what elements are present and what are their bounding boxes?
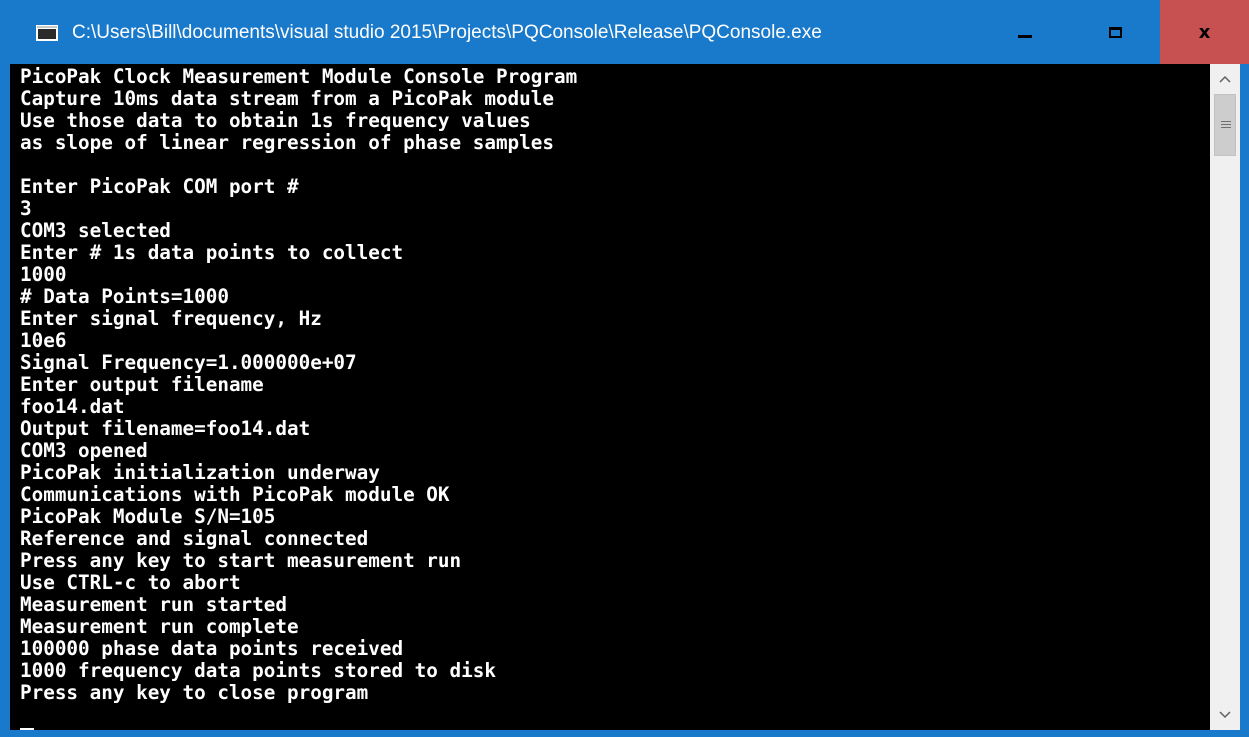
console-line: Communications with PicoPak module OK xyxy=(20,483,450,506)
console-line: PicoPak Module S/N=105 xyxy=(20,505,276,528)
console-line: 100000 phase data points received xyxy=(20,637,404,660)
console-line: Output filename=foo14.dat xyxy=(20,417,311,440)
minimize-button[interactable] xyxy=(980,0,1070,64)
console-line: COM3 opened xyxy=(20,439,148,462)
console-line: Use CTRL-c to abort xyxy=(20,571,241,594)
console-app-icon[interactable] xyxy=(36,25,58,41)
console-line: Press any key to close program xyxy=(20,681,369,704)
console-line: Enter signal frequency, Hz xyxy=(20,307,322,330)
console-line: Measurement run complete xyxy=(20,615,299,638)
console-line: COM3 selected xyxy=(20,219,171,242)
scroll-up-button[interactable] xyxy=(1210,64,1240,94)
console-line: 1000 xyxy=(20,263,67,286)
chevron-down-icon xyxy=(1219,711,1231,719)
scroll-thumb[interactable] xyxy=(1214,94,1236,156)
console-line: Enter # 1s data points to collect xyxy=(20,241,404,264)
close-button[interactable]: x xyxy=(1160,0,1249,64)
vertical-scrollbar[interactable] xyxy=(1210,64,1240,730)
console-line: Capture 10ms data stream from a PicoPak … xyxy=(20,87,554,110)
console-line: Measurement run started xyxy=(20,593,287,616)
maximize-icon xyxy=(1108,26,1122,38)
text-cursor xyxy=(20,728,34,730)
console-text: PicoPak Clock Measurement Module Console… xyxy=(20,66,577,704)
maximize-button[interactable] xyxy=(1070,0,1160,64)
console-line: 10e6 xyxy=(20,329,67,352)
console-line: Signal Frequency=1.000000e+07 xyxy=(20,351,357,374)
scroll-down-button[interactable] xyxy=(1210,700,1240,730)
grip-line xyxy=(1221,121,1231,122)
console-line: PicoPak Clock Measurement Module Console… xyxy=(20,65,578,88)
grip-line xyxy=(1221,127,1231,128)
chevron-up-icon xyxy=(1219,75,1231,83)
grip-line xyxy=(1221,124,1231,125)
console-line: Enter output filename xyxy=(20,373,264,396)
console-line: 3 xyxy=(20,197,32,220)
console-output-area[interactable]: PicoPak Clock Measurement Module Console… xyxy=(10,64,1210,730)
title-bar[interactable]: C:\Users\Bill\documents\visual studio 20… xyxy=(0,0,1249,64)
console-line: as slope of linear regression of phase s… xyxy=(20,131,554,154)
close-icon: x xyxy=(1198,21,1211,43)
console-line: Enter PicoPak COM port # xyxy=(20,175,299,198)
console-line: PicoPak initialization underway xyxy=(20,461,380,484)
console-line: 1000 frequency data points stored to dis… xyxy=(20,659,496,682)
console-line: Reference and signal connected xyxy=(20,527,369,550)
console-line: Use those data to obtain 1s frequency va… xyxy=(20,109,531,132)
console-line: # Data Points=1000 xyxy=(20,285,229,308)
console-line: foo14.dat xyxy=(20,395,125,418)
console-line: Press any key to start measurement run xyxy=(20,549,462,572)
console-window: C:\Users\Bill\documents\visual studio 20… xyxy=(0,0,1249,737)
minimize-icon xyxy=(1018,34,1032,38)
window-title: C:\Users\Bill\documents\visual studio 20… xyxy=(72,22,822,43)
